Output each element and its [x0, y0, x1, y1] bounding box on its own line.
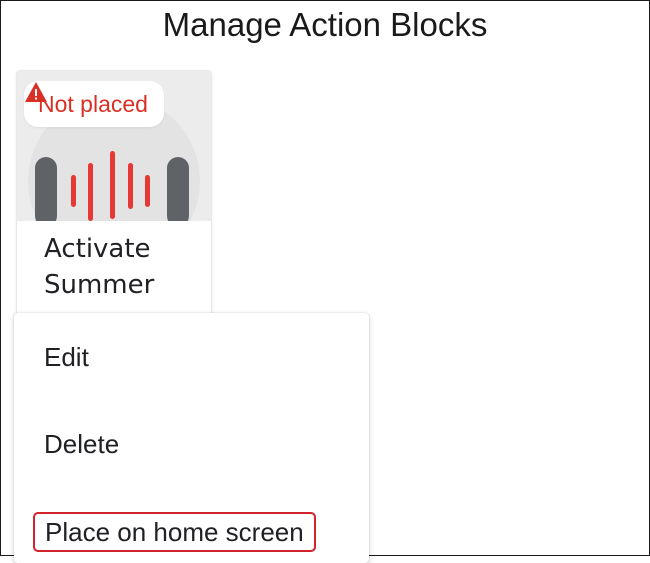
action-block-title-line2: Summer [44, 270, 155, 300]
context-menu: Edit Delete Place on home screen [14, 313, 369, 563]
page-title: Manage Action Blocks [162, 6, 488, 43]
menu-item-edit[interactable]: Edit [44, 342, 89, 373]
menu-item-place-on-home-screen[interactable]: Place on home screen [33, 512, 316, 552]
action-block-title: Activate Summer [44, 231, 204, 303]
action-block-illustration: Not placed [17, 71, 211, 221]
action-block-card[interactable]: Not placed Activate Summer [17, 71, 211, 331]
status-text: Not placed [38, 90, 148, 117]
menu-item-delete[interactable]: Delete [44, 429, 119, 460]
right-speaker-icon [167, 157, 189, 221]
warning-icon [25, 82, 47, 102]
left-speaker-icon [35, 157, 57, 221]
action-block-title-line1: Activate [44, 234, 151, 264]
status-badge: Not placed [24, 81, 164, 127]
